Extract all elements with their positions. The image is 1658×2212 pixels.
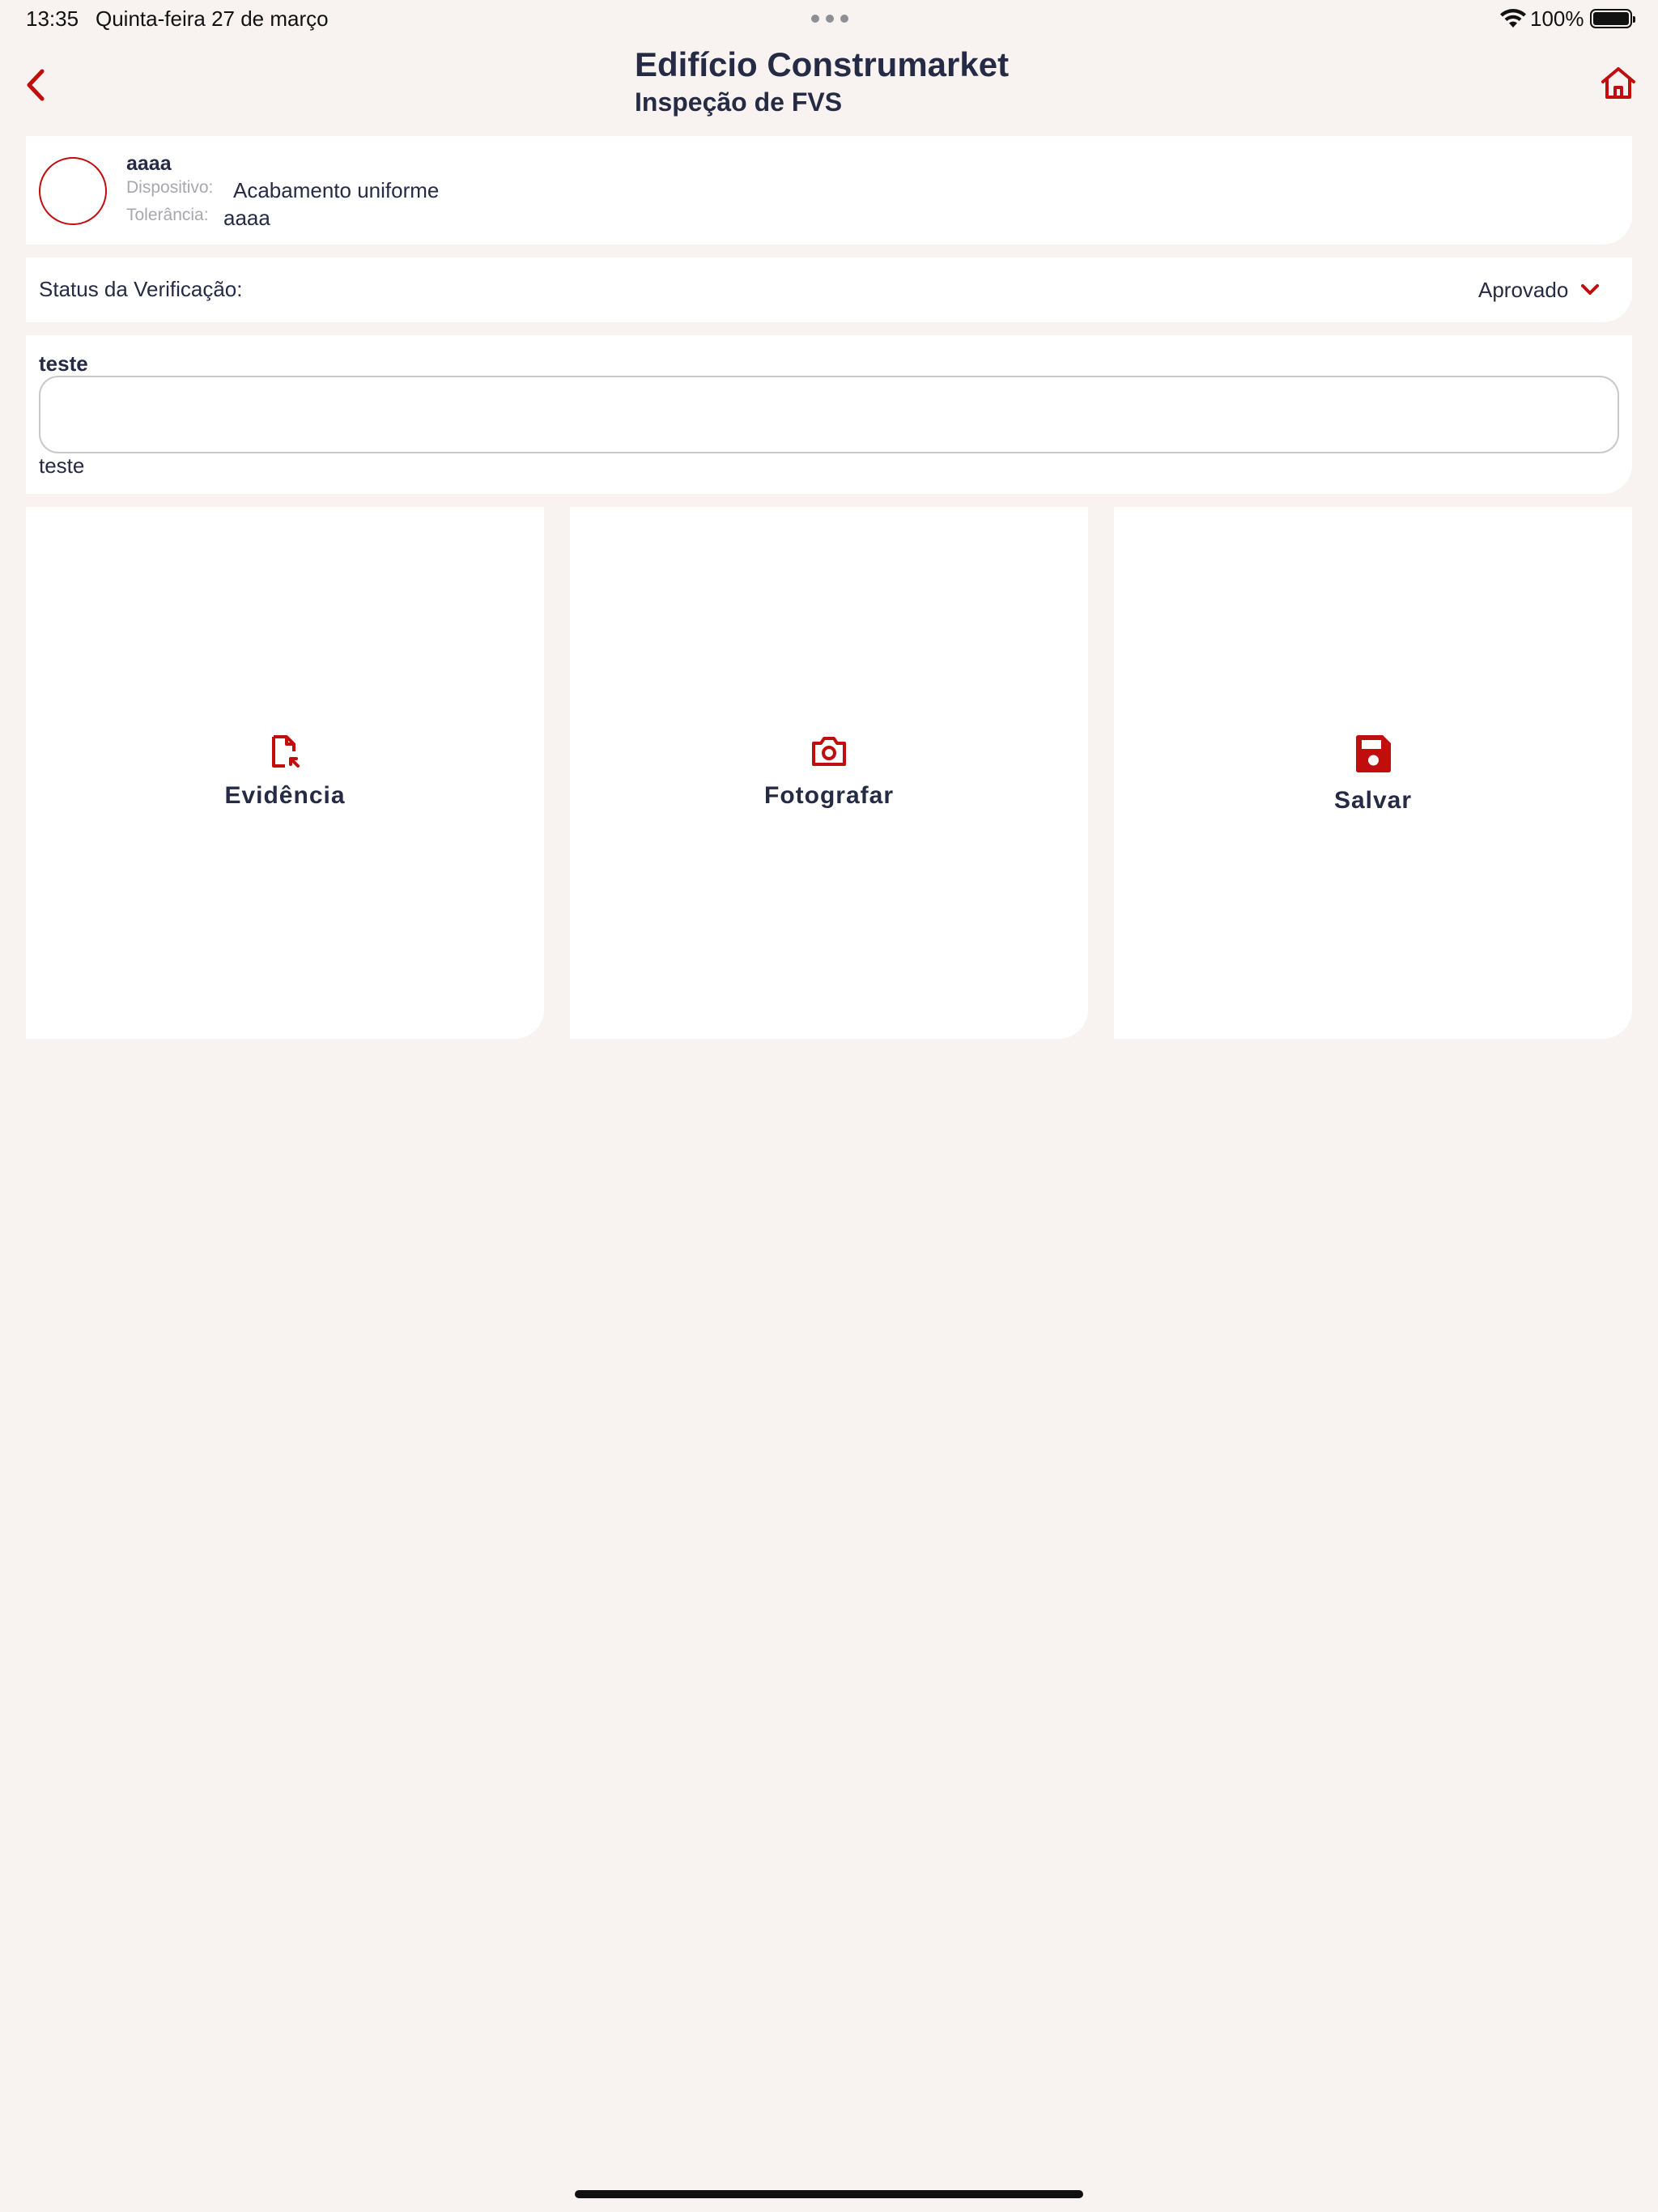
status-select[interactable]: Aprovado [1478,270,1601,309]
notes-card: teste teste [26,335,1632,494]
camera-icon [812,737,846,766]
home-indicator[interactable] [575,2190,1083,2198]
avatar [39,157,107,225]
notes-text: teste [39,453,85,478]
device-value: Acabamento uniforme [233,178,440,202]
file-export-icon [272,735,300,768]
save-button[interactable]: Salvar [1114,507,1632,1039]
battery-percent: 100% [1530,6,1584,31]
notes-input[interactable] [39,376,1619,453]
status-bar: 13:35 Quinta-feira 27 de março 100% [0,0,1658,40]
tolerance-label: Tolerância: [126,206,209,224]
multitasking-dots-icon[interactable] [811,15,848,23]
save-label: Salvar [1333,787,1413,814]
save-icon [1356,735,1391,772]
tolerance-value: aaaa [223,206,270,230]
device-label: Dispositivo: [126,178,214,197]
photograph-button[interactable]: Fotografar [570,507,1088,1039]
home-icon [1601,67,1635,99]
status-time: 13:35 [26,6,79,31]
evidence-label: Evidência [224,782,346,809]
status-value: Aprovado [1478,277,1569,302]
evidence-button[interactable]: Evidência [26,507,544,1039]
photograph-label: Fotografar [764,782,894,809]
page-title: Edifício Construmarket [635,45,1010,83]
battery-icon [1590,9,1635,28]
status-date: Quinta-feira 27 de março [96,6,329,31]
notes-label: teste [39,351,88,376]
back-button[interactable] [19,65,53,105]
item-card: aaaa Dispositivo: Acabamento uniforme To… [26,136,1632,245]
status-card: Status da Verificação: Aprovado [26,257,1632,322]
wifi-icon [1500,9,1526,28]
status-label: Status da Verificação: [39,277,243,301]
chevron-down-icon [1581,284,1600,295]
page-subtitle: Inspeção de FVS [635,87,843,117]
item-name: aaaa [126,152,172,175]
chevron-left-icon [27,69,45,101]
home-button[interactable] [1600,65,1637,102]
